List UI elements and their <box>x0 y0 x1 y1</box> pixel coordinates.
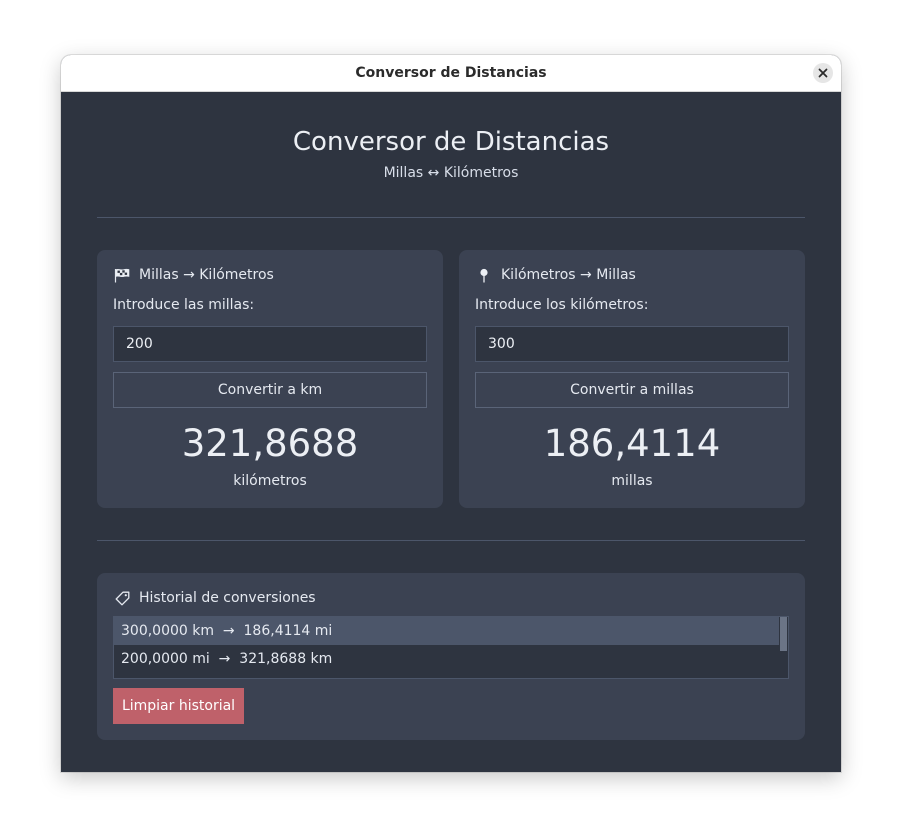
app-window: Conversor de Distancias Conversor de Dis… <box>61 55 841 772</box>
history-item[interactable]: 200,0000 mi → 321,8688 km <box>114 645 780 673</box>
km-to-miles-card: Kilómetros → Millas Introduce los kilóme… <box>459 250 805 508</box>
miles-result-unit: millas <box>611 473 653 489</box>
miles-to-km-card: Millas → Kilómetros Introduce las millas… <box>97 250 443 508</box>
titlebar: Conversor de Distancias <box>61 55 841 92</box>
middle-divider <box>97 540 805 541</box>
convert-to-km-button[interactable]: Convertir a km <box>113 372 427 408</box>
km-to-miles-header: Kilómetros → Millas <box>475 267 636 283</box>
km-input-label: Introduce los kilómetros: <box>475 297 649 313</box>
top-divider <box>97 217 805 218</box>
page-subtitle: Millas ↔ Kilómetros <box>383 165 519 181</box>
window-title: Conversor de Distancias <box>355 65 547 81</box>
history-list[interactable]: 300,0000 km → 186,4114 mi 200,0000 mi → … <box>113 616 789 679</box>
history-card: Historial de conversiones 300,0000 km → … <box>97 573 805 740</box>
convert-to-miles-button[interactable]: Convertir a millas <box>475 372 789 408</box>
km-result-value: 321,8688 <box>181 422 359 465</box>
history-title: Historial de conversiones <box>139 590 316 606</box>
history-scrollbar-thumb[interactable] <box>780 617 787 651</box>
history-scrollbar[interactable] <box>779 617 788 678</box>
history-header: Historial de conversiones <box>113 590 316 606</box>
checkered-flag-icon <box>113 267 131 283</box>
km-result-unit: kilómetros <box>233 473 307 489</box>
km-to-miles-title: Kilómetros → Millas <box>501 267 636 283</box>
close-button[interactable] <box>813 63 833 83</box>
km-input[interactable]: 300 <box>475 326 789 362</box>
close-icon <box>818 68 828 78</box>
miles-input-label: Introduce las millas: <box>113 297 255 313</box>
miles-to-km-header: Millas → Kilómetros <box>113 267 274 283</box>
clear-history-button[interactable]: Limpiar historial <box>113 688 244 724</box>
tag-icon <box>113 590 131 606</box>
miles-result-value: 186,4114 <box>543 422 721 465</box>
history-item[interactable]: 300,0000 km → 186,4114 mi <box>114 617 780 645</box>
page-title: Conversor de Distancias <box>292 127 610 157</box>
miles-input[interactable]: 200 <box>113 326 427 362</box>
map-pin-icon <box>475 267 493 283</box>
miles-to-km-title: Millas → Kilómetros <box>139 267 274 283</box>
main-content: Conversor de Distancias Millas ↔ Kilómet… <box>61 92 841 772</box>
